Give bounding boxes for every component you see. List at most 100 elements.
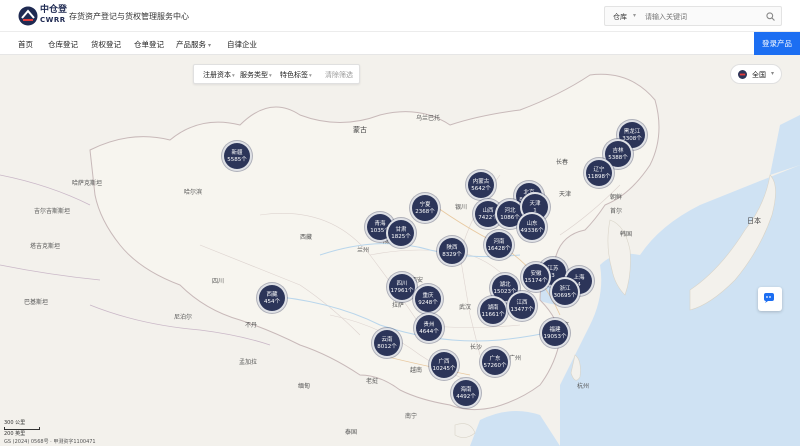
cluster-name: 重庆 [422, 293, 434, 299]
cluster-name: 海南 [460, 387, 472, 393]
cluster-marker-guizhou[interactable]: 贵州 4644个 [414, 313, 444, 343]
search-input[interactable] [645, 10, 765, 23]
cluster-marker-chongqing[interactable]: 重庆 9248个 [413, 284, 443, 314]
cluster-marker-inner-mongolia[interactable]: 内蒙古 5642个 [466, 170, 496, 200]
cluster-marker-fujian[interactable]: 福建 19053个 [540, 318, 570, 348]
customer-service-button[interactable] [758, 287, 782, 311]
map-label: 不丹 [245, 322, 258, 329]
cluster-name: 四川 [396, 281, 408, 287]
region-select[interactable]: 全国 ▾ [730, 64, 782, 84]
cluster-marker-anhui[interactable]: 安徽 15174个 [521, 262, 551, 292]
map-label: 南宁 [405, 413, 418, 420]
cluster-marker-guangxi[interactable]: 广西 10245个 [429, 350, 459, 380]
nav-warehouse-registration[interactable]: 仓库登记 [48, 39, 78, 50]
cluster-name: 广东 [489, 356, 501, 362]
cluster-count: 4492个 [456, 394, 476, 400]
cluster-count: 13477个 [510, 307, 534, 313]
cluster-count: 15174个 [524, 278, 548, 284]
nav-cargo-rights-registration[interactable]: 货权登记 [91, 39, 121, 50]
map-label: 老挝 [366, 378, 379, 385]
cluster-name: 辽宁 [593, 167, 605, 173]
map-label: 韩国 [620, 231, 633, 238]
map-label: 兰州 [357, 247, 370, 254]
cluster-marker-henan[interactable]: 河南 16428个 [484, 230, 514, 260]
cluster-count: 49336个 [520, 228, 544, 234]
filter-label: 注册资本 [203, 71, 231, 79]
region-label: 全国 [752, 71, 766, 79]
scale-mile: 200 英里 [4, 431, 26, 437]
map-view[interactable]: 蒙古 乌兰巴托 哈萨克斯坦 吉尔吉斯斯坦 塔吉克斯坦 巴基斯坦 尼泊尔 不丹 孟… [0, 55, 800, 446]
filter-label: 特色标签 [280, 71, 308, 79]
map-label: 塔吉克斯坦 [30, 243, 61, 250]
cluster-count: 9248个 [418, 300, 438, 306]
nav-warehouse-receipt-registration[interactable]: 仓单登记 [134, 39, 164, 50]
cluster-marker-hainan[interactable]: 海南 4492个 [451, 378, 481, 408]
cluster-marker-shaanxi[interactable]: 陕西 8329个 [437, 236, 467, 266]
map-label: 杭州 [577, 383, 590, 390]
cluster-marker-guangdong[interactable]: 广东 57260个 [480, 347, 510, 377]
map-scale: 300 公里 200 英里 [4, 419, 40, 437]
cluster-count: 1825个 [391, 234, 411, 240]
cluster-name: 黑龙江 [623, 129, 641, 135]
cluster-marker-liaoning[interactable]: 辽宁 11898个 [584, 158, 614, 188]
search-icon[interactable] [766, 12, 775, 21]
chevron-down-icon: ▾ [208, 42, 212, 49]
logo-icon[interactable] [18, 6, 38, 26]
map-label: 哈尔滨 [184, 189, 203, 196]
cluster-name: 山东 [526, 221, 538, 227]
nav-home[interactable]: 首页 [18, 39, 33, 50]
cluster-name: 内蒙古 [472, 179, 490, 185]
map-label: 孟加拉 [239, 359, 258, 366]
filter-feature-tags[interactable]: 特色标签▾ [280, 70, 312, 80]
cluster-name: 吉林 [612, 148, 624, 154]
cluster-count: 2368个 [415, 209, 435, 215]
cluster-name: 湖南 [487, 305, 499, 311]
filter-registered-capital[interactable]: 注册资本▾ [203, 70, 235, 80]
cluster-count: 8012个 [377, 344, 397, 350]
map-label: 武汉 [459, 304, 472, 311]
chat-icon [764, 293, 774, 303]
cluster-name: 浙江 [559, 286, 571, 292]
cluster-count: 30695个 [553, 293, 577, 299]
brand[interactable]: 中仓登 CWRR [40, 6, 67, 24]
scale-km: 300 公里 [4, 420, 26, 426]
nav-product-services[interactable]: 产品服务 ▾ [176, 39, 211, 50]
site-slogan: 存货资产登记与货权管理服务中心 [69, 12, 189, 21]
cluster-marker-yunnan[interactable]: 云南 8012个 [372, 328, 402, 358]
cluster-marker-ningxia[interactable]: 宁夏 2368个 [410, 193, 440, 223]
cluster-marker-hunan[interactable]: 湖南 11661个 [478, 296, 508, 326]
brand-name-cn: 中仓登 [40, 5, 68, 15]
search-scope-select[interactable]: 仓库 [613, 12, 627, 22]
map-label: 长沙 [470, 344, 483, 351]
chevron-down-icon: ▾ [771, 70, 775, 77]
cluster-marker-gansu[interactable]: 甘肃 1825个 [386, 218, 416, 248]
cluster-count: 17961个 [390, 288, 414, 294]
map-copyright: GS (2024) 0568号 · 甲测资字1100471 [4, 439, 96, 445]
cluster-count: 5585个 [227, 157, 247, 163]
chevron-down-icon: ▾ [232, 73, 235, 79]
cluster-marker-jiangxi[interactable]: 江西 13477个 [507, 291, 537, 321]
cluster-marker-shandong[interactable]: 山东 49336个 [517, 212, 547, 242]
cluster-name: 广西 [438, 359, 450, 365]
map-base [0, 73, 800, 446]
china-flag-icon [738, 70, 747, 79]
cluster-count: 5642个 [471, 186, 491, 192]
cluster-count: 10245个 [432, 366, 456, 372]
chevron-down-icon: ▾ [633, 12, 637, 19]
map-label: 哈萨克斯坦 [72, 180, 103, 187]
login-product-button[interactable]: 登录产品 [754, 32, 800, 55]
filter-service-type[interactable]: 服务类型▾ [240, 70, 272, 80]
map-label: 广州 [509, 355, 522, 362]
cluster-name: 宁夏 [419, 202, 431, 208]
cluster-marker-zhejiang[interactable]: 浙江 30695个 [550, 277, 580, 307]
cluster-marker-xinjiang[interactable]: 新疆 5585个 [222, 141, 252, 171]
cluster-marker-tibet[interactable]: 西藏 454个 [257, 283, 287, 313]
brand-name-en: CWRR [40, 16, 66, 24]
map-label: 长春 [556, 159, 569, 166]
chevron-down-icon: ▾ [309, 73, 312, 79]
nav-self-regulated-companies[interactable]: 自律企业 [227, 39, 257, 50]
clear-filters-button[interactable]: 清除筛选 [325, 70, 353, 80]
map-label: 越南 [410, 367, 423, 374]
map-label: 首尔 [610, 208, 623, 215]
cluster-count: 454个 [264, 299, 280, 305]
